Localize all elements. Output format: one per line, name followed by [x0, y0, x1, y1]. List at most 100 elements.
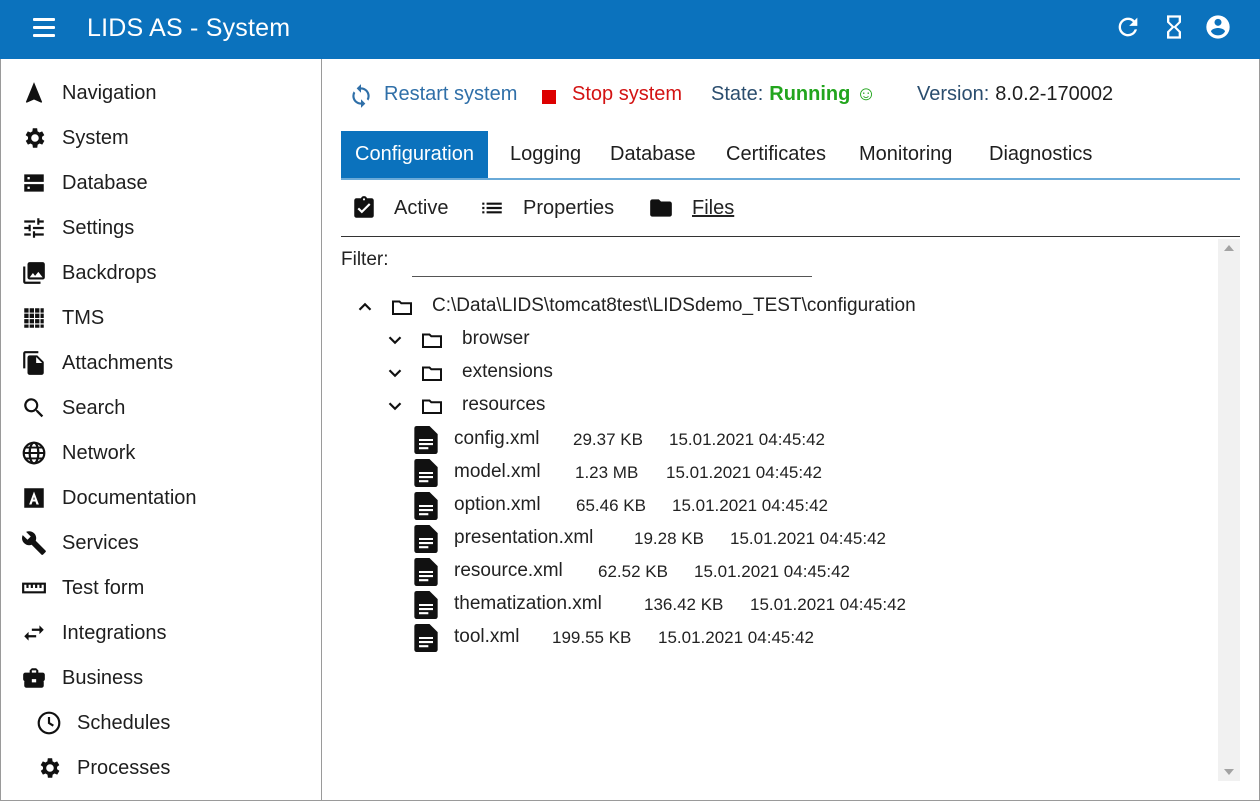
subtab-files[interactable]: Files — [648, 195, 748, 225]
tree-folder-extensions[interactable]: extensions — [384, 359, 684, 389]
sidebar-item-system[interactable]: System — [1, 116, 321, 158]
file-icon — [414, 459, 438, 487]
state-indicator: State: Running ☺ — [711, 83, 876, 106]
sidebar-item-business[interactable]: Business — [1, 656, 321, 698]
subtab-active[interactable]: Active — [351, 195, 451, 225]
file-date: 15.01.2021 04:45:42 — [730, 529, 886, 548]
file-row[interactable]: model.xml 1.23 MB 15.01.2021 04:45:42 — [414, 458, 914, 488]
file-name: thematization.xml — [454, 593, 602, 614]
folder-name: extensions — [462, 361, 553, 382]
chevron-down-icon[interactable] — [384, 329, 406, 351]
tab-database[interactable]: Database — [610, 131, 696, 178]
file-row[interactable]: tool.xml 199.55 KB 15.01.2021 04:45:42 — [414, 623, 934, 653]
file-icon — [414, 492, 438, 520]
account-icon[interactable] — [1204, 13, 1232, 41]
file-icon — [414, 426, 438, 454]
tree-folder-resources[interactable]: resources — [384, 392, 684, 422]
tab-configuration[interactable]: Configuration — [341, 131, 488, 178]
sidebar-item-schedules[interactable]: Schedules — [1, 701, 321, 743]
sidebar-item-processes[interactable]: Processes — [1, 746, 321, 788]
folder-outline-icon — [422, 333, 442, 348]
app-bar: LIDS AS - System — [0, 0, 1260, 59]
main-panel: Restart system Stop system State: Running… — [322, 59, 1260, 801]
sidebar-item-label: Settings — [62, 217, 135, 239]
file-date: 15.01.2021 04:45:42 — [666, 463, 822, 482]
chevron-up-icon[interactable] — [354, 296, 376, 318]
subtab-properties[interactable]: Properties — [479, 195, 629, 225]
file-row[interactable]: option.xml 65.46 KB 15.01.2021 04:45:42 — [414, 491, 934, 521]
file-name: model.xml — [454, 461, 541, 482]
filter-input[interactable] — [412, 247, 812, 277]
chevron-down-icon[interactable] — [384, 362, 406, 384]
sidebar-item-settings[interactable]: Settings — [1, 206, 321, 248]
file-date: 15.01.2021 04:45:42 — [669, 430, 825, 449]
sidebar-item-services[interactable]: Services — [1, 521, 321, 563]
file-date: 15.01.2021 04:45:42 — [658, 628, 814, 647]
tab-bar: Configuration Logging Database Certifica… — [341, 131, 1240, 180]
letter-a-icon — [21, 485, 47, 511]
file-row[interactable]: thematization.xml 136.42 KB 15.01.2021 0… — [414, 590, 994, 620]
list-icon — [482, 202, 502, 214]
hourglass-icon[interactable] — [1160, 13, 1188, 41]
tab-certificates[interactable]: Certificates — [726, 131, 826, 178]
file-row[interactable]: config.xml 29.37 KB 15.01.2021 04:45:42 — [414, 425, 914, 455]
version-value: 8.0.2-170002 — [995, 83, 1114, 105]
image-stack-icon — [21, 260, 47, 286]
wrench-icon — [21, 530, 47, 556]
vertical-scrollbar[interactable] — [1218, 239, 1240, 781]
tab-logging[interactable]: Logging — [510, 131, 581, 178]
sidebar-item-label: Navigation — [62, 82, 157, 104]
sidebar-item-documentation[interactable]: Documentation — [1, 476, 321, 518]
refresh-icon[interactable] — [1114, 13, 1142, 41]
sidebar-item-label: System — [62, 127, 129, 149]
sidebar-item-label: Backdrops — [62, 262, 157, 284]
clipboard-check-icon — [354, 196, 374, 218]
sidebar-item-backdrops[interactable]: Backdrops — [1, 251, 321, 293]
sidebar-item-label: Services — [62, 532, 139, 554]
sidebar-item-integrations[interactable]: Integrations — [1, 611, 321, 653]
scroll-up-arrow-icon[interactable] — [1224, 245, 1234, 251]
file-icon — [414, 624, 438, 652]
file-icon — [414, 558, 438, 586]
stop-system-label: Stop system — [572, 83, 683, 105]
tab-monitoring[interactable]: Monitoring — [859, 131, 952, 178]
hamburger-menu-icon[interactable] — [30, 18, 58, 42]
sidebar-item-attachments[interactable]: Attachments — [1, 341, 321, 383]
sidebar-item-label: Business — [62, 667, 144, 689]
sidebar-item-test-form[interactable]: Test form — [1, 566, 321, 608]
app-title: LIDS AS - System — [87, 14, 291, 42]
sidebar-item-search[interactable]: Search — [1, 386, 321, 428]
file-size: 29.37 KB — [573, 430, 643, 449]
swap-arrows-icon — [21, 620, 47, 646]
version-label: Version: — [917, 83, 990, 105]
file-size: 19.28 KB — [634, 529, 704, 548]
sidebar-item-label: Network — [62, 442, 136, 464]
ruler-icon — [21, 575, 47, 601]
gear-icon — [36, 755, 62, 781]
file-row[interactable]: presentation.xml 19.28 KB 15.01.2021 04:… — [414, 524, 974, 554]
tab-diagnostics[interactable]: Diagnostics — [989, 131, 1092, 178]
file-icon — [414, 591, 438, 619]
sidebar-item-navigation[interactable]: Navigation — [1, 71, 321, 113]
sidebar-item-label: Database — [62, 172, 148, 194]
folder-outline-icon — [422, 366, 442, 381]
restart-system-label: Restart system — [384, 83, 518, 105]
sidebar-item-tms[interactable]: TMS — [1, 296, 321, 338]
file-name: tool.xml — [454, 626, 520, 647]
tree-folder-browser[interactable]: browser — [384, 326, 684, 356]
sidebar-item-label: Test form — [62, 577, 145, 599]
chevron-down-icon[interactable] — [384, 395, 406, 417]
files-icon — [21, 350, 47, 376]
grid-icon — [21, 305, 47, 331]
file-row[interactable]: resource.xml 62.52 KB 15.01.2021 04:45:4… — [414, 557, 954, 587]
tree-root-folder[interactable]: C:\Data\LIDS\tomcat8test\LIDSdemo_TEST\c… — [354, 293, 1004, 323]
file-date: 15.01.2021 04:45:42 — [694, 562, 850, 581]
sidebar-item-database[interactable]: Database — [1, 161, 321, 203]
folder-outline-icon — [392, 300, 412, 315]
folder-icon — [650, 199, 672, 217]
briefcase-icon — [21, 665, 47, 691]
scroll-down-arrow-icon[interactable] — [1224, 769, 1234, 775]
sidebar-item-network[interactable]: Network — [1, 431, 321, 473]
system-toolbar: Restart system Stop system State: Running… — [322, 81, 1222, 111]
filter-label: Filter: — [341, 249, 389, 270]
